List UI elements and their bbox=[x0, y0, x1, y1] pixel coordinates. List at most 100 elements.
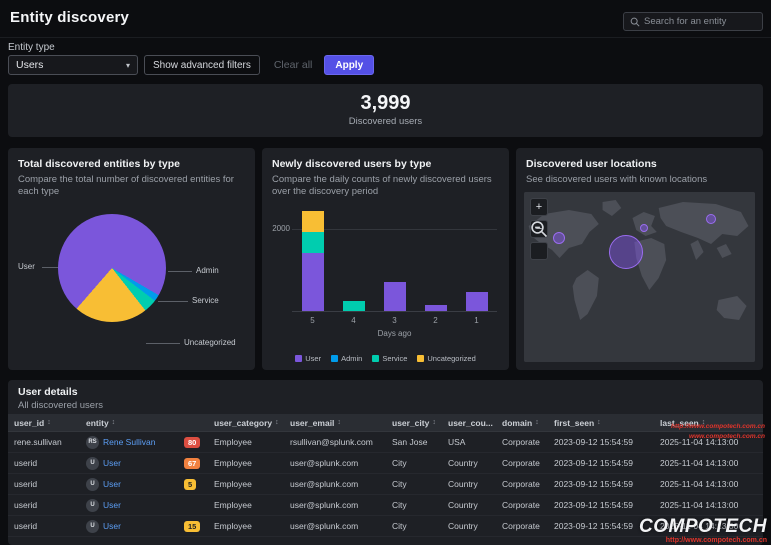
x-tick-1: 1 bbox=[466, 316, 488, 325]
sort-icon: ↕ bbox=[275, 419, 279, 426]
cell-user_country: Country bbox=[442, 500, 496, 510]
cell-user_city: City bbox=[386, 479, 442, 489]
column-header-user_country[interactable]: user_cou...↕ bbox=[442, 418, 496, 428]
entity-search[interactable] bbox=[623, 12, 763, 31]
advanced-filters-button[interactable]: Show advanced filters bbox=[144, 55, 260, 75]
column-label: user_email bbox=[290, 418, 334, 428]
cell-user_city: City bbox=[386, 500, 442, 510]
cell-last_seen: 2025-11-04 14:13:00 bbox=[654, 458, 763, 468]
legend-item-service[interactable]: Service bbox=[372, 354, 407, 363]
legend-item-uncategorized[interactable]: Uncategorized bbox=[417, 354, 475, 363]
bar-segment-service bbox=[343, 301, 365, 311]
bar-day-4[interactable] bbox=[343, 301, 365, 311]
column-label: user_cou... bbox=[448, 418, 493, 428]
bar-segment-service bbox=[302, 232, 324, 253]
legend-item-user[interactable]: User bbox=[295, 354, 321, 363]
avatar: RS bbox=[86, 436, 99, 449]
table-row: useridUUser67Employeeuser@splunk.comCity… bbox=[8, 453, 763, 474]
map-landmass bbox=[524, 192, 755, 362]
pie-chart[interactable] bbox=[58, 214, 166, 322]
legend-label: Service bbox=[382, 354, 407, 363]
pie-panel-subtitle: Compare the total number of discovered e… bbox=[18, 174, 240, 199]
user-location-bubble[interactable] bbox=[706, 214, 716, 224]
table-row: rene.sullivanRSRene Sullivan80Employeers… bbox=[8, 432, 763, 453]
column-header-last_seen[interactable]: last_seen↕ bbox=[654, 418, 763, 428]
cell-badge: 80 bbox=[178, 437, 208, 448]
apply-button[interactable]: Apply bbox=[324, 55, 374, 75]
sort-icon: ↕ bbox=[702, 419, 706, 426]
cell-domain: Corporate bbox=[496, 521, 548, 531]
avatar: U bbox=[86, 478, 99, 491]
sort-icon: ↕ bbox=[47, 419, 51, 426]
bar-segment-user bbox=[302, 253, 324, 311]
cell-user_id: userid bbox=[8, 479, 80, 489]
column-header-user_email[interactable]: user_email↕ bbox=[284, 418, 386, 428]
risk-badge: 67 bbox=[184, 458, 200, 469]
chevron-down-icon: ▾ bbox=[126, 61, 130, 70]
cell-entity: RS Rene Sullivan bbox=[80, 436, 178, 449]
zoom-reset-button[interactable] bbox=[530, 242, 548, 260]
table-row: useridUUserEmployeeuser@splunk.comCityCo… bbox=[8, 495, 763, 516]
column-header-user_id[interactable]: user_id↕ bbox=[8, 418, 80, 428]
bar-day-1[interactable] bbox=[466, 292, 488, 311]
column-label: user_category bbox=[214, 418, 272, 428]
map-panel-subtitle: See discovered users with known location… bbox=[526, 174, 748, 186]
world-map[interactable]: + − bbox=[524, 192, 755, 362]
cell-badge: 15 bbox=[178, 521, 208, 532]
user-details-panel: User details All discovered users user_i… bbox=[8, 380, 763, 545]
bar-panel-title: Newly discovered users by type bbox=[272, 158, 499, 170]
entity-link[interactable]: User bbox=[103, 521, 121, 531]
column-header-first_seen[interactable]: first_seen↕ bbox=[548, 418, 654, 428]
cell-domain: Corporate bbox=[496, 458, 548, 468]
pie-leader-line bbox=[146, 343, 180, 344]
legend-swatch bbox=[417, 355, 424, 362]
x-tick-4: 4 bbox=[343, 316, 365, 325]
table-header-row: user_id↕entity↕user_category↕user_email↕… bbox=[8, 414, 763, 432]
user-location-bubble[interactable] bbox=[609, 235, 643, 269]
search-input[interactable] bbox=[644, 16, 756, 27]
cell-last_seen: 2025-11-04 14:13:00 bbox=[654, 437, 763, 447]
user-location-bubble[interactable] bbox=[640, 224, 648, 232]
y-axis-tick: 2000 bbox=[264, 224, 290, 233]
entity-link[interactable]: User bbox=[103, 458, 121, 468]
pie-label-service: Service bbox=[192, 296, 219, 305]
pie-leader-line bbox=[158, 301, 188, 302]
filter-controls: Users ▾ Show advanced filters Clear all … bbox=[8, 55, 374, 75]
risk-badge: 5 bbox=[184, 479, 196, 490]
column-header-entity[interactable]: entity↕ bbox=[80, 418, 178, 428]
column-header-domain[interactable]: domain↕ bbox=[496, 418, 548, 428]
avatar: U bbox=[86, 520, 99, 533]
user-location-bubble[interactable] bbox=[553, 232, 565, 244]
cell-user_id: userid bbox=[8, 521, 80, 531]
clear-all-button[interactable]: Clear all bbox=[274, 59, 313, 71]
bar-chart[interactable]: 2000 bbox=[292, 208, 497, 312]
cell-user_category: Employee bbox=[208, 500, 284, 510]
bar-day-2[interactable] bbox=[425, 305, 447, 311]
map-panel: Discovered user locations See discovered… bbox=[516, 148, 763, 370]
avatar: U bbox=[86, 457, 99, 470]
column-header-user_category[interactable]: user_category↕ bbox=[208, 418, 284, 428]
legend-item-admin[interactable]: Admin bbox=[331, 354, 362, 363]
entity-link[interactable]: User bbox=[103, 500, 121, 510]
sort-icon: ↕ bbox=[112, 419, 116, 426]
cell-user_city: City bbox=[386, 458, 442, 468]
cell-user_city: City bbox=[386, 521, 442, 531]
chart-legend: User Admin Service Uncategorized bbox=[262, 354, 509, 363]
entity-link[interactable]: Rene Sullivan bbox=[103, 437, 155, 447]
column-header-user_city[interactable]: user_city↕ bbox=[386, 418, 442, 428]
entity-link[interactable]: User bbox=[103, 479, 121, 489]
column-label: entity bbox=[86, 418, 109, 428]
sort-icon: ↕ bbox=[337, 419, 341, 426]
entity-type-select[interactable]: Users ▾ bbox=[8, 55, 138, 75]
bar-day-5[interactable] bbox=[302, 211, 324, 311]
column-label: first_seen bbox=[554, 418, 594, 428]
cell-domain: Corporate bbox=[496, 437, 548, 447]
cell-user_country: USA bbox=[442, 437, 496, 447]
x-tick-2: 2 bbox=[425, 316, 447, 325]
cell-user_email: rsullivan@splunk.com bbox=[284, 437, 386, 447]
pie-label-uncategorized: Uncategorized bbox=[184, 338, 236, 347]
charts-row: Total discovered entities by type Compar… bbox=[8, 148, 763, 370]
cell-user_id: userid bbox=[8, 458, 80, 468]
bar-day-3[interactable] bbox=[384, 282, 406, 311]
map-zoom-controls: + − bbox=[530, 198, 548, 260]
